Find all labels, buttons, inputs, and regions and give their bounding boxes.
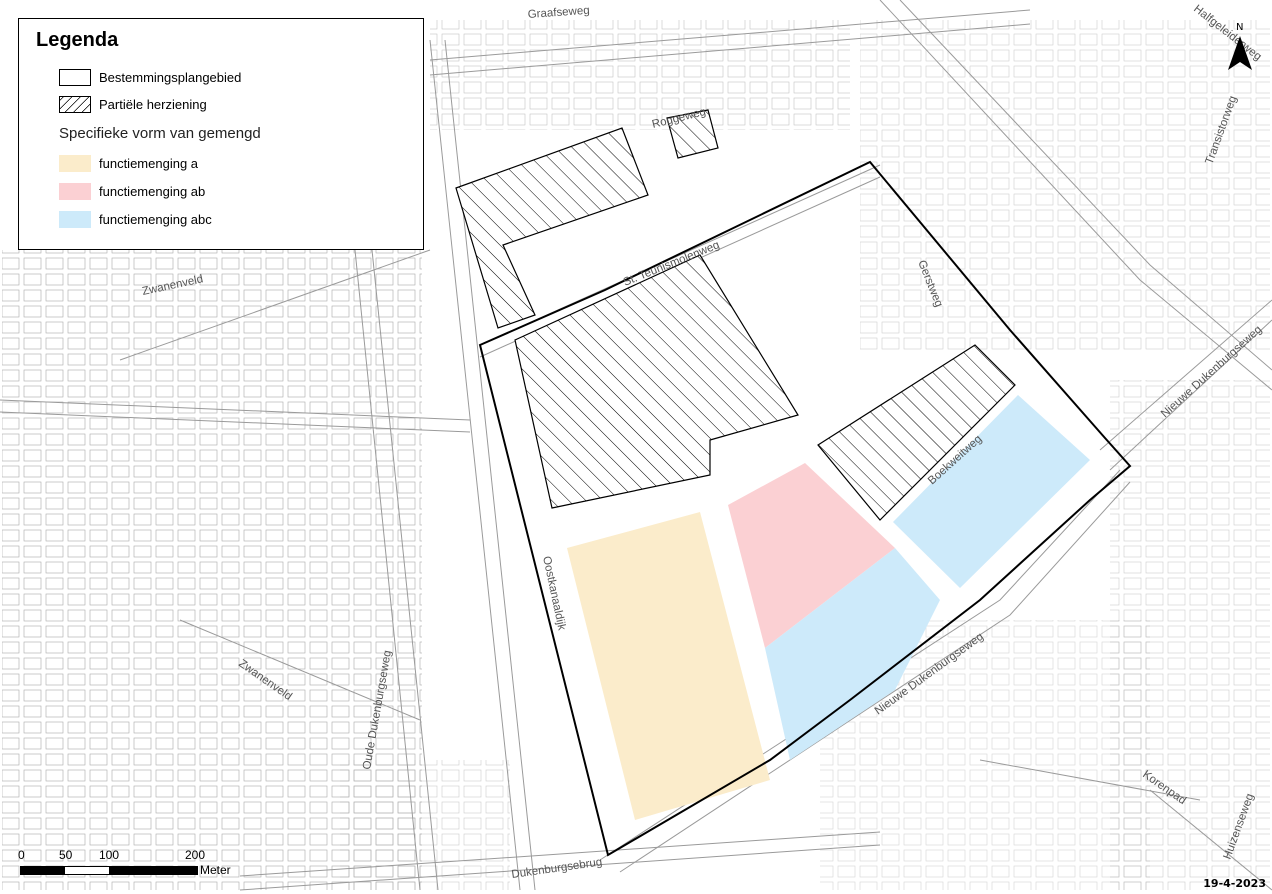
scale-bar: 0 50 100 200 Meter <box>18 848 258 884</box>
legend-swatch-hatch <box>59 95 91 113</box>
legend-label: functiemenging a <box>99 155 199 171</box>
legend-subheading: Specifieke vorm van gemengd <box>59 125 261 142</box>
legend-label: Partiële herziening <box>99 96 207 112</box>
legend-item-functiemenging-abc: functiemenging abc <box>59 209 212 229</box>
scale-unit: Meter <box>200 863 231 877</box>
scale-bar-graphic <box>20 866 198 875</box>
map-date: 19-4-2023 <box>1203 877 1266 890</box>
legend-label: functiemenging abc <box>99 211 212 227</box>
scale-tick-200: 200 <box>185 848 206 862</box>
legend-item-functiemenging-ab: functiemenging ab <box>59 181 205 201</box>
scale-tick-50: 50 <box>59 848 73 862</box>
legend-title: Legenda <box>36 29 119 51</box>
legend-label: Bestemmingsplangebied <box>99 69 242 85</box>
legend-panel: Legenda Bestemmingsplangebied Partiële h… <box>18 18 424 250</box>
legend-item-functiemenging-a: functiemenging a <box>59 153 198 173</box>
legend-swatch-boundary <box>59 68 91 86</box>
north-label: N <box>1236 22 1243 33</box>
scale-tick-100: 100 <box>99 848 120 862</box>
legend-swatch-abc <box>59 210 91 228</box>
scale-tick-0: 0 <box>18 848 25 862</box>
legend-item-bestemmingsplangebied: Bestemmingsplangebied <box>59 67 241 87</box>
legend-label: functiemenging ab <box>99 183 206 199</box>
legend-item-partiele-herziening: Partiële herziening <box>59 94 207 114</box>
legend-swatch-ab <box>59 182 91 200</box>
legend-swatch-a <box>59 154 91 172</box>
